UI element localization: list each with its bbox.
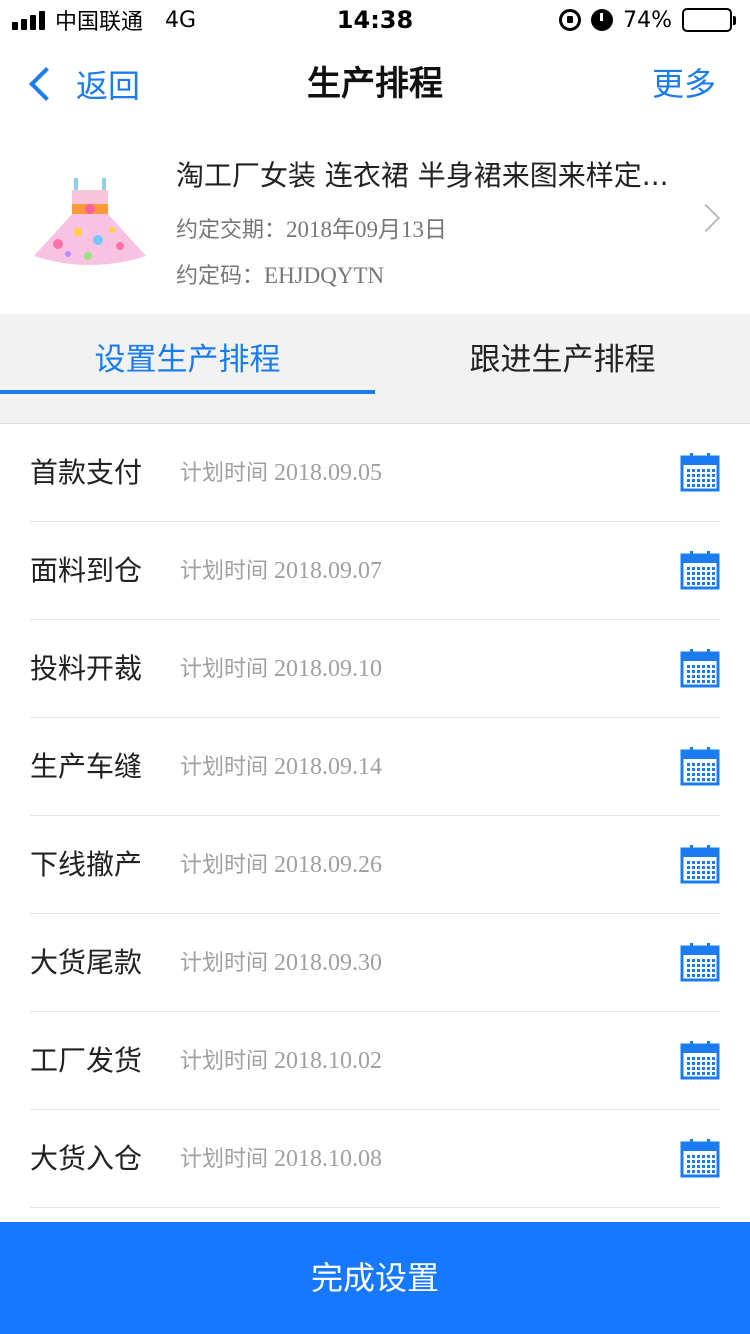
- more-button[interactable]: 更多: [652, 40, 716, 128]
- schedule-row: 面料到仓 计划时间 2018.09.07: [30, 522, 720, 620]
- dress-thumbnail: [34, 178, 146, 265]
- calendar-icon[interactable]: [680, 844, 720, 884]
- milestone-name: 大货尾款: [30, 946, 143, 979]
- schedule-row: 大货入仓 计划时间 2018.10.08: [30, 1110, 720, 1208]
- rotation-lock-icon: [559, 9, 582, 31]
- product-title: 淘工厂女装 连衣裙 半身裙来图来样定...: [176, 159, 669, 192]
- tab-follow-schedule[interactable]: 跟进生产排程: [375, 314, 750, 394]
- plan-prefix: 计划时间: [180, 1147, 269, 1172]
- milestone-name: 首款支付: [30, 456, 143, 489]
- code-value: EHJDQYTN: [264, 263, 385, 288]
- plan-prefix: 计划时间: [180, 1049, 269, 1074]
- nav-bar: 返回 生产排程 更多: [0, 40, 750, 128]
- milestone-name: 投料开裁: [30, 652, 143, 685]
- plan-prefix: 计划时间: [180, 657, 269, 682]
- milestone-name: 下线撤产: [30, 848, 143, 881]
- back-label: 返回: [76, 67, 141, 105]
- calendar-icon[interactable]: [680, 746, 720, 786]
- calendar-icon[interactable]: [680, 648, 720, 688]
- milestone-name: 工厂发货: [30, 1044, 143, 1077]
- battery-icon: [682, 8, 736, 32]
- schedule-row: 生产车缝 计划时间 2018.09.14: [30, 718, 720, 816]
- status-bar: 中国联通 4G 14:38 74%: [0, 0, 750, 40]
- done-button[interactable]: 完成设置: [0, 1222, 750, 1334]
- planned-date: 2018.10.08: [274, 1146, 383, 1172]
- status-right: 74%: [559, 6, 736, 34]
- calendar-icon[interactable]: [680, 1040, 720, 1080]
- plan-prefix: 计划时间: [180, 951, 269, 976]
- chevron-left-icon: [29, 67, 63, 101]
- planned-time: 计划时间 2018.10.08: [180, 1110, 382, 1208]
- calendar-icon[interactable]: [680, 942, 720, 982]
- delivery-label: 约定交期：: [176, 218, 287, 243]
- agreement-code-line: 约定码：EHJDQYTN: [176, 258, 384, 290]
- planned-date: 2018.09.30: [274, 950, 383, 976]
- plan-prefix: 计划时间: [180, 559, 269, 584]
- milestone-name: 面料到仓: [30, 554, 143, 587]
- schedule-row: 首款支付 计划时间 2018.09.05: [30, 424, 720, 522]
- product-card[interactable]: 淘工厂女装 连衣裙 半身裙来图来样定... 约定交期：2018年09月13日 约…: [0, 128, 750, 314]
- chevron-right-icon: [691, 203, 721, 233]
- planned-time: 计划时间 2018.09.14: [180, 718, 382, 816]
- schedule-row: 投料开裁 计划时间 2018.09.10: [30, 620, 720, 718]
- planned-time: 计划时间 2018.09.10: [180, 620, 382, 718]
- planned-date: 2018.09.14: [274, 754, 383, 780]
- planned-date: 2018.09.07: [274, 558, 383, 584]
- plan-prefix: 计划时间: [180, 755, 269, 780]
- plan-prefix: 计划时间: [180, 461, 269, 486]
- calendar-icon[interactable]: [680, 550, 720, 590]
- planned-time: 计划时间 2018.10.02: [180, 1012, 382, 1110]
- planned-time: 计划时间 2018.09.26: [180, 816, 382, 914]
- schedule-row: 工厂发货 计划时间 2018.10.02: [30, 1012, 720, 1110]
- planned-time: 计划时间 2018.09.05: [180, 424, 382, 522]
- back-button[interactable]: 返回: [22, 40, 140, 128]
- battery-percent: 74%: [623, 7, 672, 33]
- milestone-name: 大货入仓: [30, 1142, 143, 1175]
- planned-time: 计划时间 2018.09.30: [180, 914, 382, 1012]
- milestone-name: 生产车缝: [30, 750, 143, 783]
- active-tab-indicator: [0, 390, 375, 394]
- plan-prefix: 计划时间: [180, 853, 269, 878]
- planned-time: 计划时间 2018.09.07: [180, 522, 382, 620]
- schedule-row: 下线撤产 计划时间 2018.09.26: [30, 816, 720, 914]
- planned-date: 2018.09.10: [274, 656, 383, 682]
- schedule-list: 首款支付 计划时间 2018.09.05 面料到仓 计划时间 2018.09.07 投料开裁…: [0, 424, 750, 1208]
- code-label: 约定码：: [176, 264, 265, 289]
- planned-date: 2018.09.05: [274, 460, 383, 486]
- schedule-row: 大货尾款 计划时间 2018.09.30: [30, 914, 720, 1012]
- delivery-value: 2018年09月13日: [286, 217, 448, 242]
- calendar-icon[interactable]: [680, 452, 720, 492]
- planned-date: 2018.10.02: [274, 1048, 383, 1074]
- alarm-icon: [591, 9, 614, 31]
- calendar-icon[interactable]: [680, 1138, 720, 1178]
- delivery-date-line: 约定交期：2018年09月13日: [176, 210, 447, 244]
- tab-bar: 设置生产排程 跟进生产排程: [0, 314, 750, 424]
- planned-date: 2018.09.26: [274, 852, 383, 878]
- tab-set-schedule[interactable]: 设置生产排程: [0, 314, 375, 394]
